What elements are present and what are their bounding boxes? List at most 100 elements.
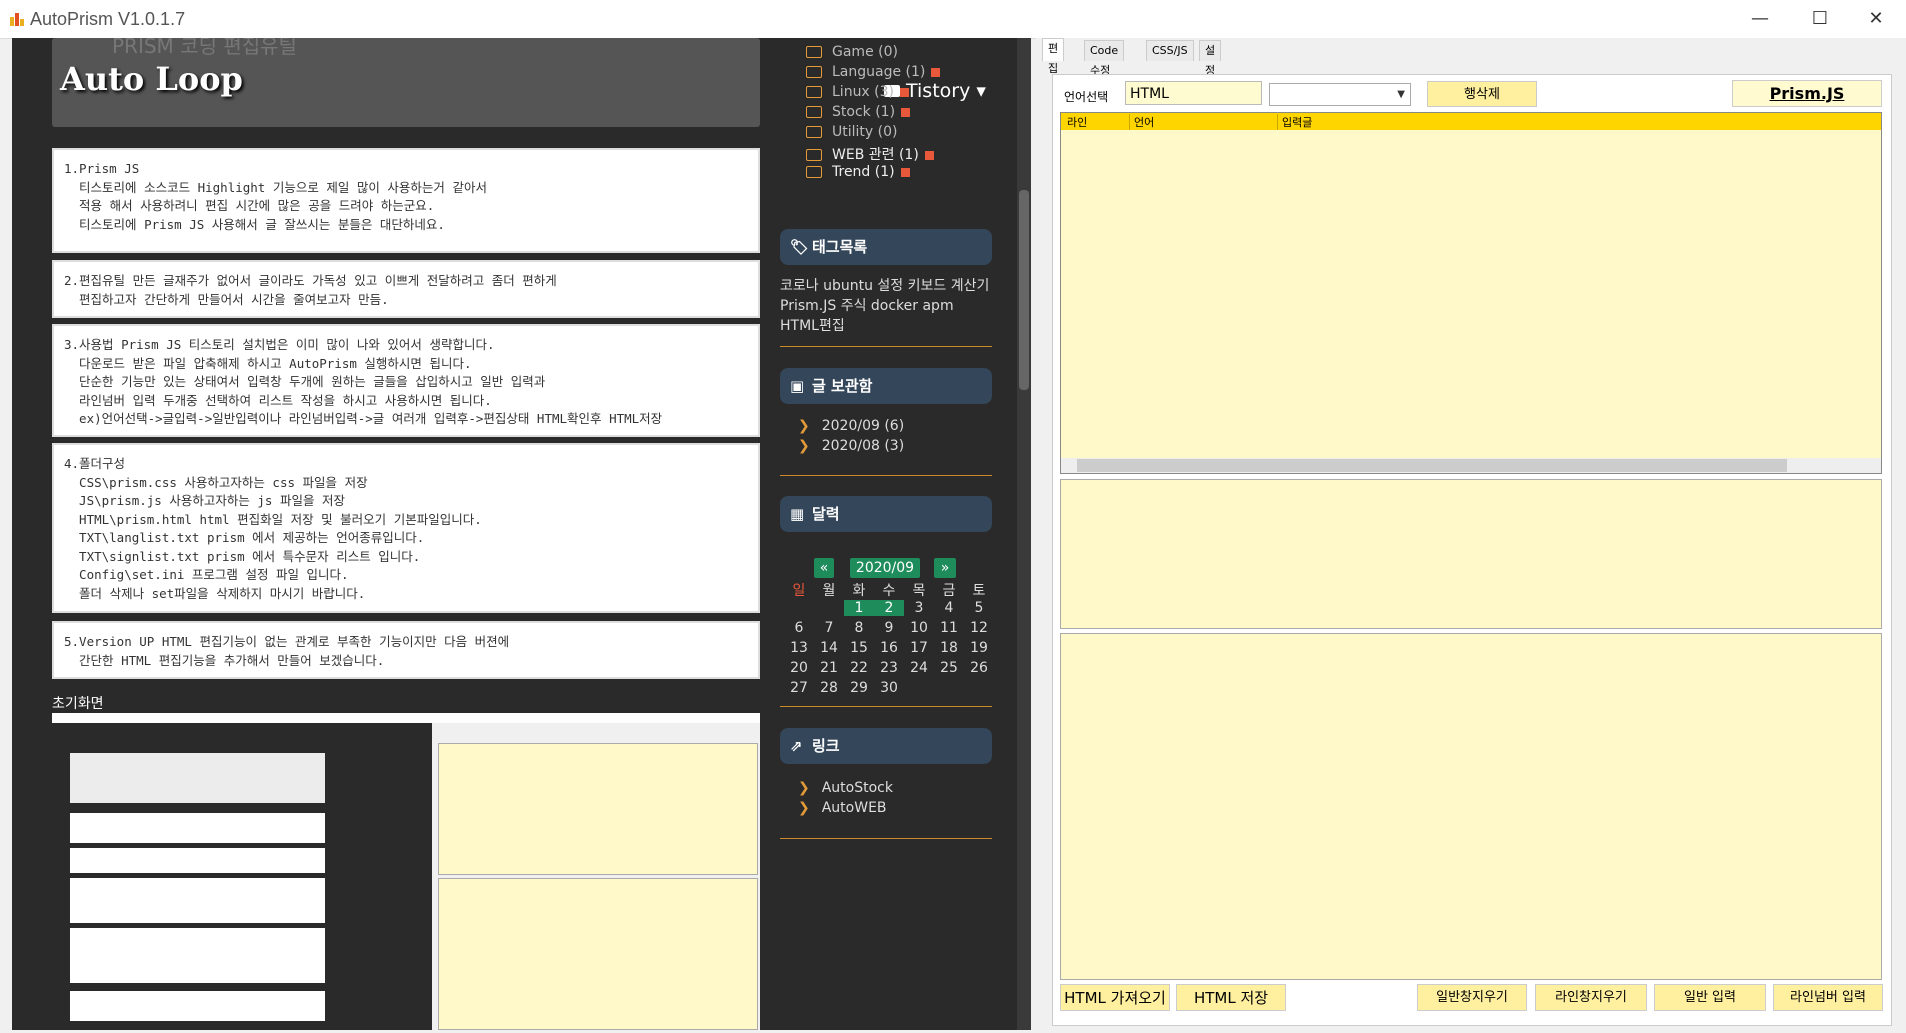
calendar-week-row: 123 4 5: [784, 600, 994, 620]
links-heading-label: 링크: [812, 737, 840, 755]
html-save-button[interactable]: HTML 저장: [1176, 984, 1286, 1011]
tab-css-js[interactable]: CSS/JS: [1146, 40, 1194, 61]
post-card-1: 1.Prism JS 티스토리에 소스코드 Highlight 기능으로 제일 …: [52, 148, 760, 253]
folder-icon: [806, 149, 822, 161]
calendar-day: 3: [914, 600, 924, 616]
category-label: Game (0): [832, 44, 898, 60]
browser-scrollbar-thumb[interactable]: [1019, 190, 1029, 390]
blog-title[interactable]: Auto Loop: [60, 60, 243, 98]
calendar-day: 21: [820, 660, 838, 676]
link-item[interactable]: ❯ AutoStock: [798, 778, 893, 798]
section-label: 초기화면: [52, 696, 104, 712]
tag-line[interactable]: Prism.JS 주식 docker apm: [780, 296, 989, 316]
calendar-day: 22: [850, 660, 868, 676]
html-load-button[interactable]: HTML 가져오기: [1060, 984, 1170, 1011]
calendar-grid: 일월화수목금토 12345 6 7 8 9 10 11 12 13 14 15 16 17 18 19 …: [784, 580, 994, 700]
weekday-label: 목: [912, 583, 926, 599]
calendar-day: 4: [944, 600, 954, 616]
calendar-day: 9: [884, 620, 894, 636]
column-header-line: 라인: [1067, 116, 1088, 129]
maximize-button[interactable]: ☐: [1800, 4, 1840, 34]
link-item[interactable]: ❯ AutoWEB: [798, 798, 893, 818]
weekday-label: 월: [822, 583, 836, 599]
category-label: Trend (1): [832, 164, 895, 180]
calendar-day-posted[interactable]: 1: [844, 600, 874, 616]
new-badge-icon: [924, 150, 934, 160]
browser-scrollbar[interactable]: [1017, 38, 1031, 1030]
calendar-day: 10: [910, 620, 928, 636]
window-titlebar: AutoPrism V1.0.1.7 — ☐ ✕: [0, 0, 1906, 39]
app-logo-icon: [10, 13, 24, 26]
column-header-text: 입력글: [1277, 114, 1312, 130]
category-item[interactable]: Game (0): [806, 44, 940, 64]
calendar-day: 30: [880, 680, 898, 696]
minimize-button[interactable]: —: [1740, 4, 1780, 34]
folder-icon: [806, 126, 822, 138]
calendar-next-button[interactable]: »: [934, 558, 956, 578]
normal-input-textarea[interactable]: [1060, 479, 1882, 629]
language-dropdown[interactable]: ▼: [1269, 83, 1411, 106]
calendar-day: 14: [820, 640, 838, 656]
calendar-month-label: 2020/09: [850, 558, 920, 578]
prism-js-link[interactable]: Prism.JS: [1732, 80, 1882, 107]
calendar-day: 13: [790, 640, 808, 656]
calendar-day: 18: [940, 640, 958, 656]
folder-icon: [806, 66, 822, 78]
tag-line[interactable]: 코로나 ubuntu 설정 키보드 계산기: [780, 276, 989, 296]
calendar-week-row: 13 14 15 16 17 18 19: [784, 640, 994, 660]
input-grid[interactable]: [1060, 112, 1882, 474]
initial-screen-thumbnail: [52, 713, 760, 1030]
line-number-input-button[interactable]: 라인넘버 입력: [1773, 984, 1883, 1011]
archive-box-icon: ▣: [790, 377, 805, 395]
calendar-day: 19: [970, 640, 988, 656]
category-item[interactable]: Trend (1): [806, 164, 940, 184]
external-link-icon: ⇗: [790, 737, 803, 755]
calendar-prev-button[interactable]: «: [814, 558, 834, 578]
clear-line-button[interactable]: 라인창지우기: [1535, 984, 1647, 1011]
link-list: ❯ AutoStock ❯ AutoWEB: [798, 778, 893, 818]
weekday-label: 금: [942, 583, 956, 599]
divider: [780, 475, 992, 476]
weekday-label: 화: [852, 583, 866, 599]
archive-heading: ▣ 글 보관함: [780, 368, 992, 404]
calendar-day: 28: [820, 680, 838, 696]
close-button[interactable]: ✕: [1856, 4, 1896, 34]
archive-item[interactable]: ❯ 2020/08 (3): [798, 436, 904, 456]
delete-row-button[interactable]: 행삭제: [1427, 81, 1537, 107]
divider: [780, 706, 992, 707]
post-card-5: 5.Version UP HTML 편집기능이 없는 관계로 부족한 기능이지만…: [52, 621, 760, 679]
grid-scroll-thumb[interactable]: [1077, 459, 1787, 472]
weekday-label: 일: [792, 583, 806, 599]
tab-edit[interactable]: 편집: [1042, 38, 1065, 75]
new-badge-icon: [931, 67, 941, 77]
link-label: AutoStock: [821, 780, 893, 796]
calendar-heading: ▦ 달력: [780, 496, 992, 532]
category-item[interactable]: WEB 관련 (1): [806, 144, 940, 164]
tag-line[interactable]: HTML편집: [780, 316, 989, 336]
post-card-2: 2.편집유틸 만든 글재주가 없어서 글이라도 가독성 있고 이쁘게 전달하려고…: [52, 260, 760, 318]
calendar-day: 6: [794, 620, 804, 636]
tab-settings[interactable]: 설정: [1199, 40, 1222, 77]
category-item[interactable]: Stock (1): [806, 104, 940, 124]
category-item[interactable]: Language (1): [806, 64, 941, 84]
blog-browser-view: PRISM 코딩 편집유틸 Auto Loop Tistory ▾ 1.Pris…: [12, 38, 1030, 1030]
calendar-day: 29: [850, 680, 868, 696]
tab-code-edit[interactable]: Code 수정: [1084, 40, 1125, 77]
calendar-heading-label: 달력: [812, 505, 840, 523]
weekday-label: 수: [882, 583, 896, 599]
calendar-day: 15: [850, 640, 868, 656]
clear-normal-button[interactable]: 일반창지우기: [1417, 984, 1527, 1011]
chevron-right-icon: ❯: [798, 438, 810, 454]
link-label: AutoWEB: [821, 800, 887, 816]
calendar-day-posted[interactable]: 2: [874, 600, 904, 616]
category-item[interactable]: Utility (0): [806, 124, 940, 144]
line-input-textarea[interactable]: [1060, 633, 1882, 980]
calendar-day: 12: [970, 620, 988, 636]
category-item[interactable]: Linux (3): [806, 84, 940, 104]
normal-input-button[interactable]: 일반 입력: [1654, 984, 1766, 1011]
folder-icon: [806, 166, 822, 178]
folder-icon: [806, 106, 822, 118]
chevron-right-icon: ❯: [798, 780, 810, 796]
archive-item[interactable]: ❯ 2020/09 (6): [798, 416, 904, 436]
language-input[interactable]: HTML: [1125, 81, 1262, 105]
